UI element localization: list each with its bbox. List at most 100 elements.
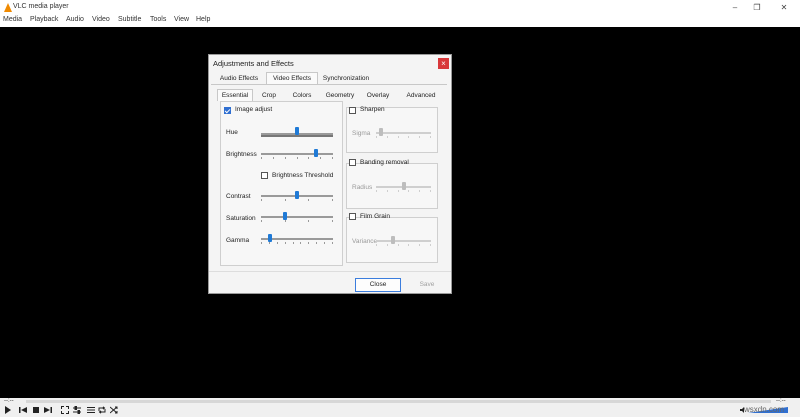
sigma-slider[interactable] <box>378 128 383 136</box>
menu-media[interactable]: Media <box>3 16 22 23</box>
subtab-advanced[interactable]: Advanced <box>397 90 445 101</box>
menu-video[interactable]: Video <box>92 16 110 23</box>
contrast-label: Contrast <box>226 193 251 200</box>
slider-tick <box>284 242 286 244</box>
slider-tick <box>419 244 421 246</box>
minimize-button[interactable]: – <box>728 2 742 13</box>
tab-video-effects[interactable]: Video Effects <box>266 72 318 84</box>
next-icon[interactable] <box>43 406 52 415</box>
slider-tick <box>268 242 270 244</box>
film-grain-label: Film Grain <box>360 213 390 220</box>
sharpen-label: Sharpen <box>360 106 385 113</box>
brightness-slider[interactable] <box>314 149 319 157</box>
menu-help[interactable]: Help <box>196 16 210 23</box>
film-grain-checkbox[interactable] <box>349 213 356 220</box>
elapsed-time: --:-- <box>4 398 14 404</box>
title-bar: VLC media player – ❐ ✕ <box>0 0 800 15</box>
slider-tick <box>386 190 388 192</box>
slider-tick <box>261 157 262 159</box>
fullscreen-icon[interactable] <box>60 406 69 415</box>
subtab-crop[interactable]: Crop <box>255 90 283 101</box>
close-button[interactable]: Close <box>355 278 401 292</box>
banding-removal-checkbox[interactable] <box>349 159 356 166</box>
subtab-overlay[interactable]: Overlay <box>361 90 395 101</box>
menu-subtitle[interactable]: Subtitle <box>118 16 141 23</box>
sharpen-checkbox[interactable] <box>349 107 356 114</box>
variance-track <box>376 240 431 242</box>
save-button[interactable]: Save <box>405 279 449 291</box>
subtab-essential[interactable]: Essential <box>217 89 253 101</box>
slider-tick <box>397 136 399 138</box>
adjustments-dialog: Adjustments and Effects × Audio Effects … <box>208 54 452 294</box>
slider-tick <box>292 242 294 244</box>
contrast-ticks <box>261 199 333 202</box>
gamma-slider[interactable] <box>267 234 272 242</box>
slider-tick <box>332 157 333 159</box>
previous-icon[interactable] <box>18 406 27 415</box>
brightness-track <box>261 153 333 155</box>
brightness-threshold-checkbox[interactable] <box>261 172 268 179</box>
hue-label: Hue <box>226 129 238 136</box>
slider-tick <box>386 244 388 246</box>
brightness-threshold-label: Brightness Threshold <box>272 172 334 179</box>
image-adjust-checkbox[interactable] <box>224 107 231 114</box>
tab-synchronization[interactable]: Synchronization <box>318 73 374 84</box>
slider-tick <box>296 157 298 159</box>
slider-tick <box>419 136 421 138</box>
watermark: wsxdn.com <box>744 405 785 414</box>
slider-tick <box>324 242 326 244</box>
shuffle-icon[interactable] <box>109 406 118 415</box>
close-window-button[interactable]: ✕ <box>777 2 791 13</box>
slider-tick <box>376 244 377 246</box>
brightness-ticks <box>261 157 333 160</box>
menu-tools[interactable]: Tools <box>150 16 166 23</box>
vlc-cone-icon <box>4 3 12 12</box>
maximize-button[interactable]: ❐ <box>750 2 764 13</box>
banding-removal-label: Banding removal <box>360 159 409 166</box>
saturation-label: Saturation <box>226 215 256 222</box>
slider-tick <box>430 136 431 138</box>
playlist-icon[interactable] <box>86 406 95 415</box>
slider-tick <box>261 242 262 244</box>
variance-slider[interactable] <box>391 236 396 244</box>
subtab-colors[interactable]: Colors <box>285 90 319 101</box>
slider-tick <box>261 220 262 222</box>
tab-divider <box>211 84 447 85</box>
menu-view[interactable]: View <box>174 16 189 23</box>
menu-playback[interactable]: Playback <box>30 16 58 23</box>
contrast-slider[interactable] <box>295 191 299 199</box>
gamma-label: Gamma <box>226 237 250 244</box>
stop-icon[interactable] <box>31 406 40 415</box>
variance-ticks <box>376 244 431 247</box>
slider-tick <box>332 199 333 201</box>
tab-audio-effects[interactable]: Audio Effects <box>213 73 265 84</box>
loop-icon[interactable] <box>97 406 106 415</box>
hue-slider[interactable] <box>295 127 299 135</box>
seek-bar[interactable] <box>26 400 771 403</box>
image-adjust-label: Image adjust <box>235 106 273 113</box>
slider-tick <box>316 242 318 244</box>
slider-tick <box>408 190 410 192</box>
slider-tick <box>308 157 310 159</box>
subtab-geometry[interactable]: Geometry <box>321 90 359 101</box>
slider-tick <box>300 242 302 244</box>
slider-tick <box>320 157 322 159</box>
slider-tick <box>430 244 431 246</box>
slider-tick <box>376 190 377 192</box>
saturation-track <box>261 216 333 218</box>
gamma-ticks <box>261 242 333 245</box>
slider-tick <box>308 199 310 201</box>
footer-divider <box>209 271 451 272</box>
slider-tick <box>408 244 410 246</box>
slider-tick <box>386 136 388 138</box>
play-icon[interactable] <box>3 406 12 415</box>
extended-settings-icon[interactable] <box>72 406 81 415</box>
radius-slider[interactable] <box>401 182 406 190</box>
brightness-label: Brightness <box>226 151 257 158</box>
slider-tick <box>308 220 310 222</box>
dialog-title: Adjustments and Effects <box>213 59 294 68</box>
dialog-close-button[interactable]: × <box>438 58 449 69</box>
menu-audio[interactable]: Audio <box>66 16 84 23</box>
saturation-slider[interactable] <box>283 212 288 220</box>
slider-tick <box>332 220 333 222</box>
